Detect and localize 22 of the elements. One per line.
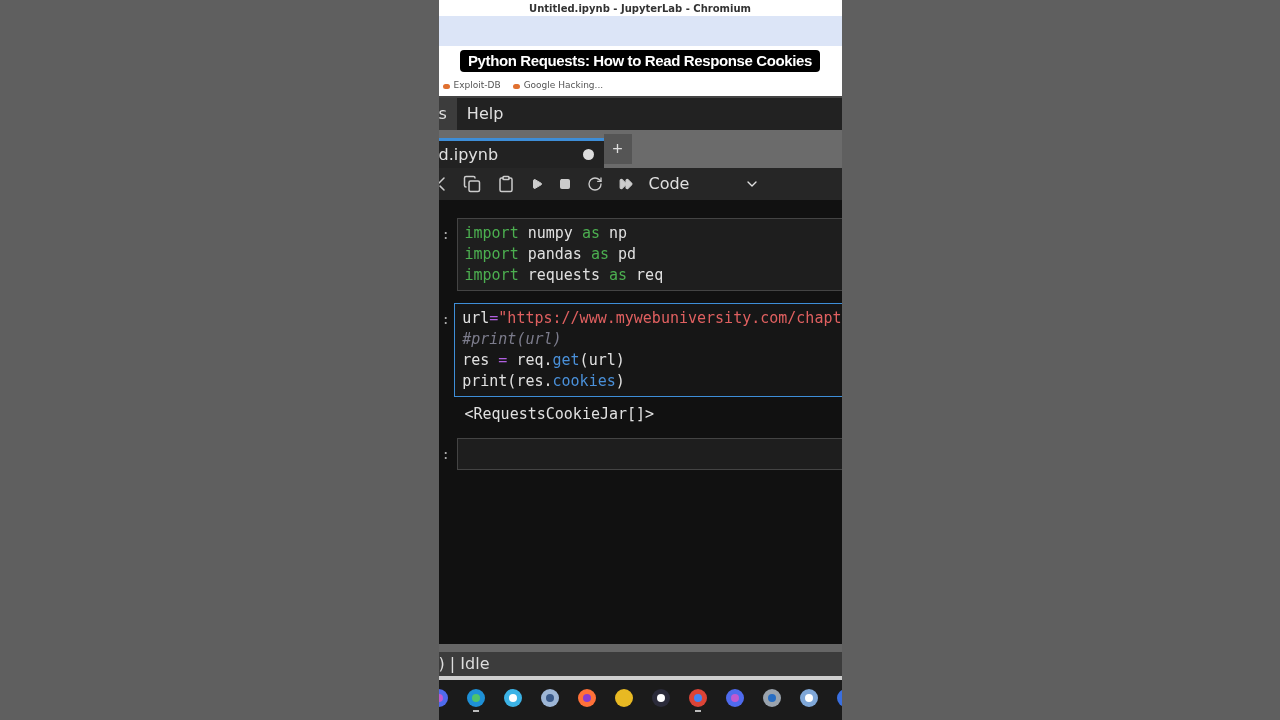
restart-icon[interactable] bbox=[586, 176, 603, 192]
run-all-icon[interactable] bbox=[618, 177, 633, 191]
cell-prompt: : bbox=[440, 225, 451, 244]
cell-output: <RequestsCookieJar[]> bbox=[464, 404, 656, 425]
notebook-tab[interactable]: d.ipynb bbox=[438, 138, 604, 168]
new-tab-button[interactable]: + bbox=[603, 134, 632, 164]
menu-item[interactable]: Help bbox=[456, 98, 514, 130]
cell-prompt: : bbox=[440, 310, 451, 329]
cell-prompt: : bbox=[440, 444, 451, 464]
code-cell[interactable]: import numpy as np import pandas as pd import requests as req bbox=[456, 218, 842, 291]
menu-item[interactable]: s bbox=[438, 98, 457, 130]
window-title: Untitled.ipynb - JupyterLab - Chromium bbox=[529, 1, 751, 16]
stop-icon[interactable] bbox=[558, 178, 571, 190]
copy-icon[interactable] bbox=[462, 175, 481, 193]
bookmark[interactable]: Exploit-DB bbox=[442, 79, 501, 93]
bookmark[interactable]: Google Hacking... bbox=[512, 79, 604, 93]
code-cell[interactable] bbox=[456, 437, 842, 470]
video-caption: Python Requests: How to Read Response Cookies bbox=[460, 49, 820, 73]
kernel-status: ) | Idle bbox=[438, 653, 490, 675]
run-icon[interactable] bbox=[530, 178, 543, 190]
code-cell[interactable]: url="https://www.mywebuniversity.com/chapt #print(url) res = req.get(url) print(res.cookies) bbox=[454, 303, 842, 397]
paste-icon[interactable] bbox=[496, 175, 515, 193]
